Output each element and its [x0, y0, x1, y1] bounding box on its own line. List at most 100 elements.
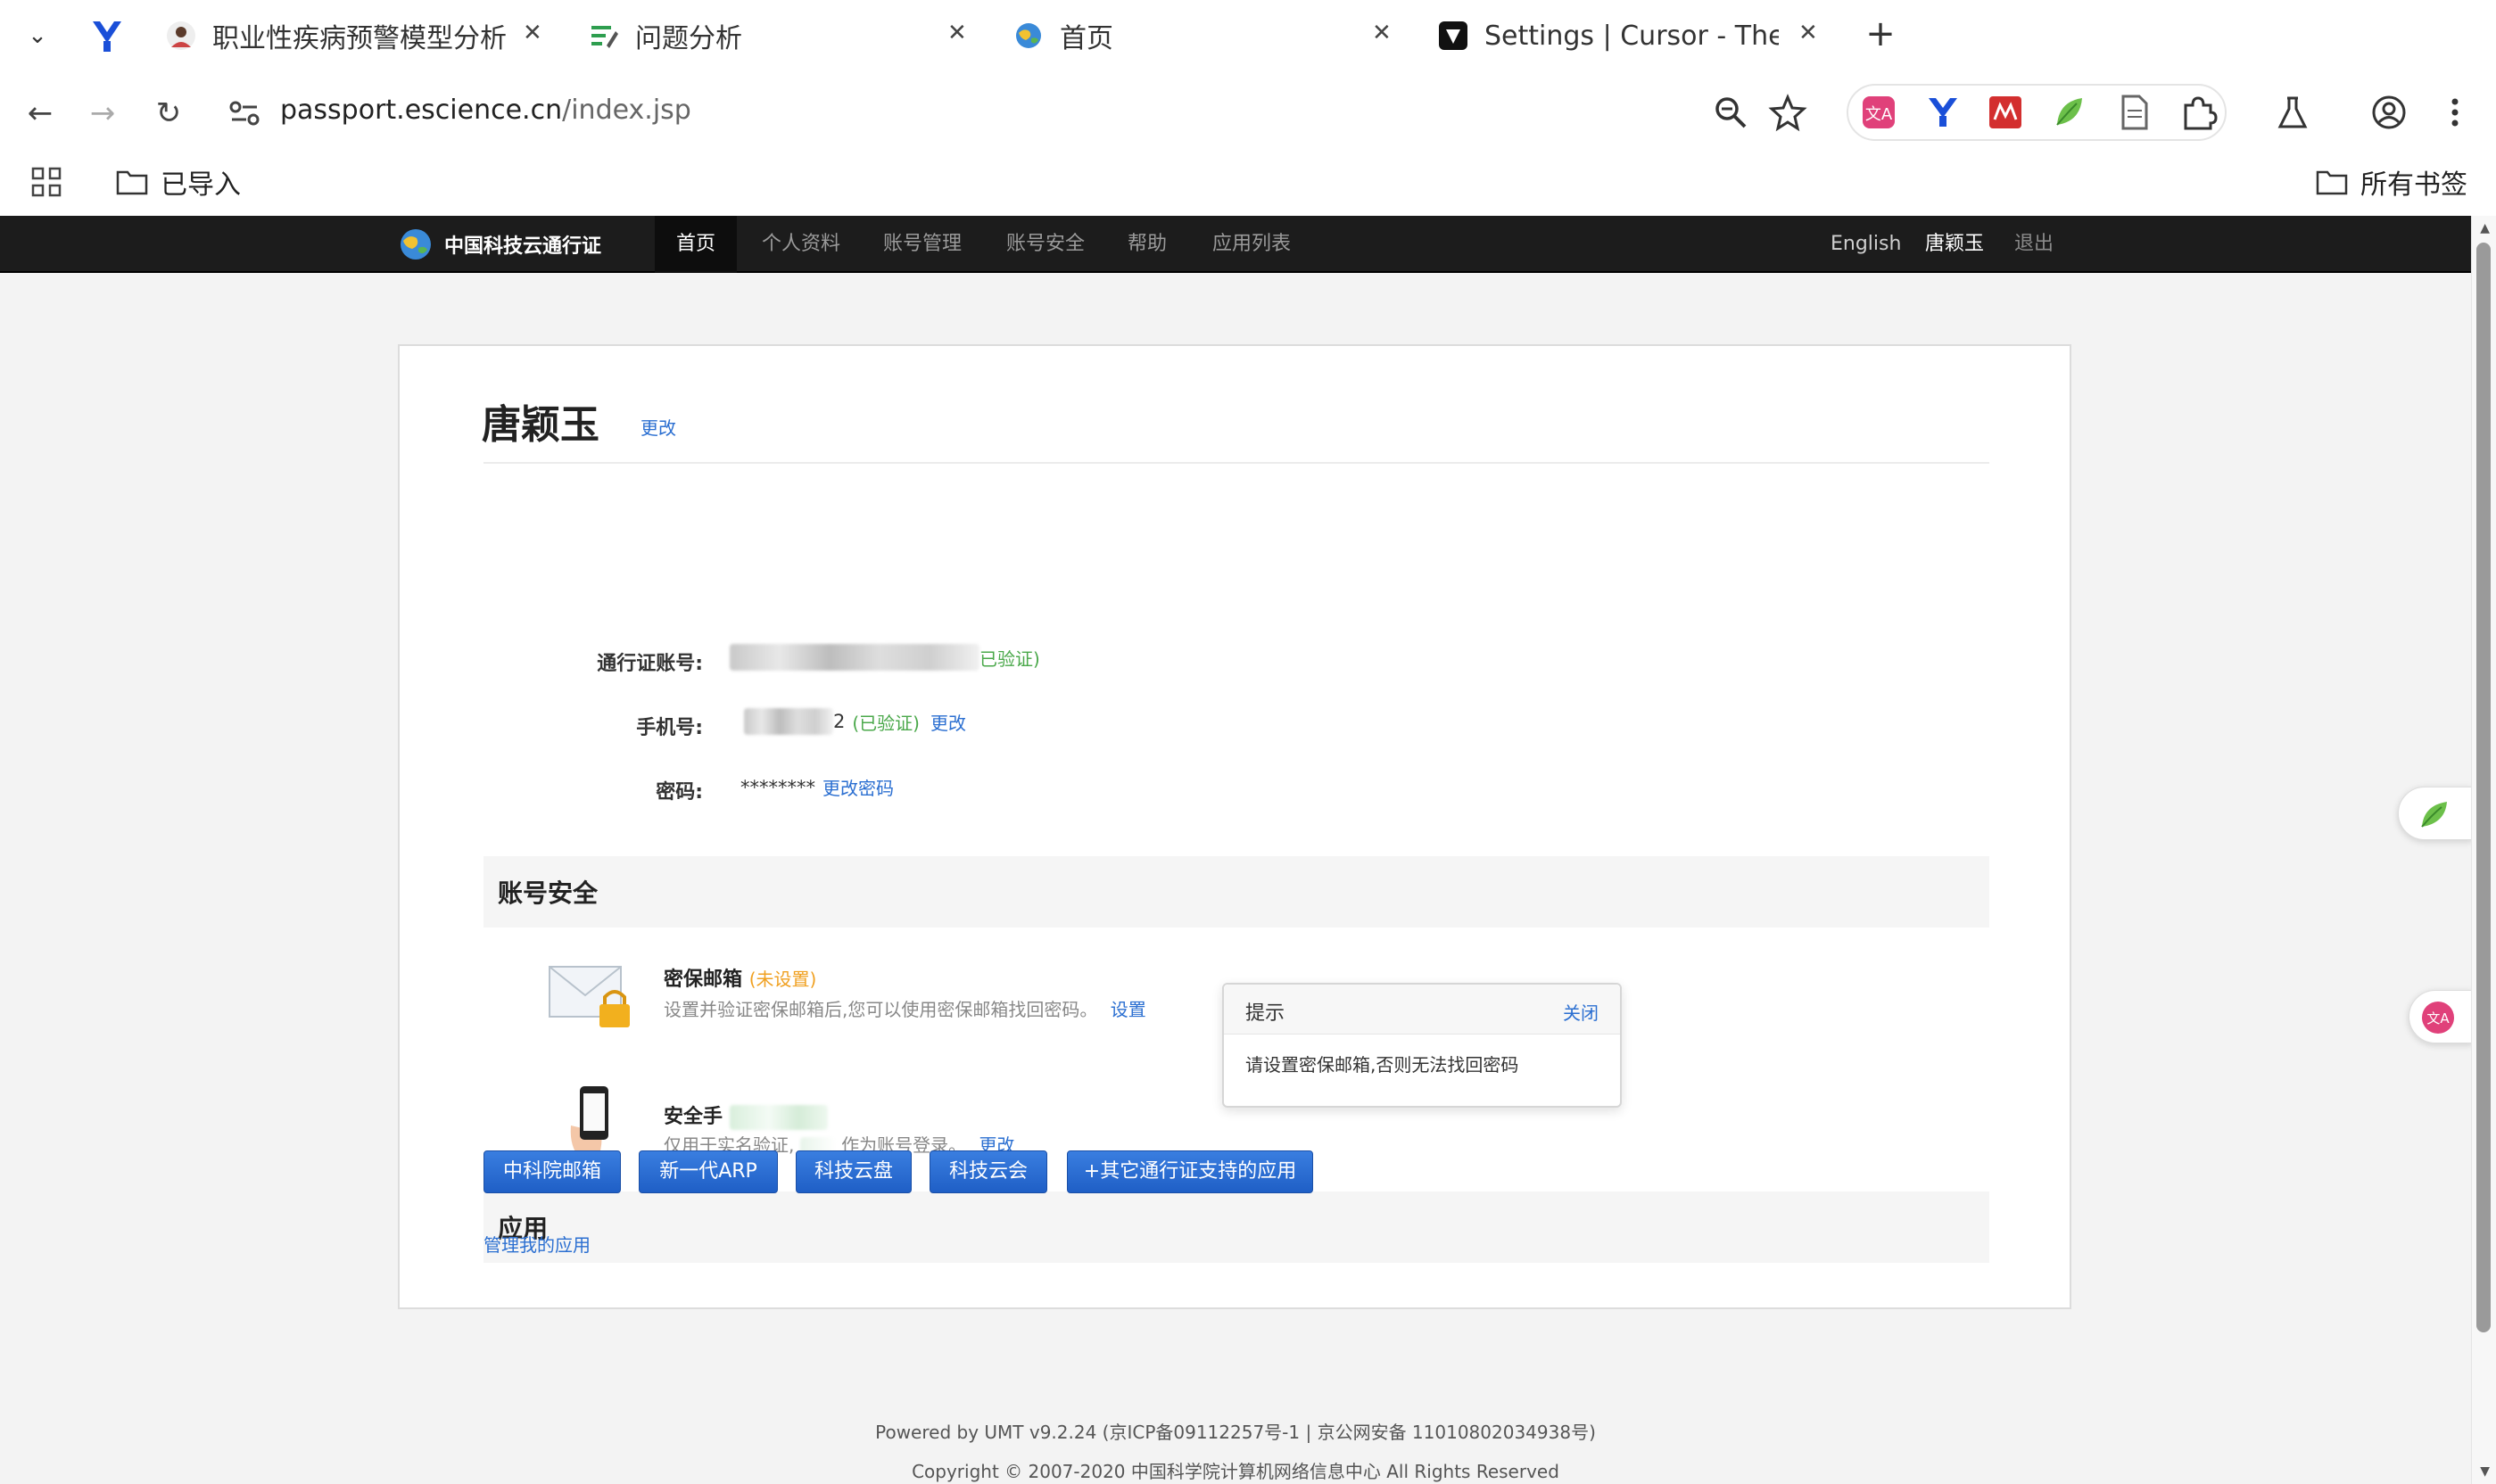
tab-cursor-settings[interactable]: Settings | Cursor - The AI: [1438, 9, 1795, 62]
security-email-status: (未设置): [748, 969, 817, 990]
browser-toolbar: ← → ↻ passport.escience.cn/index.jsp 文A: [0, 71, 2496, 153]
nav-help[interactable]: 帮助: [1119, 216, 1176, 273]
password-label: 密码:: [656, 781, 703, 804]
tab-title: 首页: [1060, 23, 1113, 54]
tooltip-message: 请设置密保邮箱,否则无法找回密码: [1245, 1054, 1519, 1076]
extensions-group: [1847, 84, 2227, 141]
tab-home-active[interactable]: 首页: [1013, 9, 1388, 62]
forward-arrow-icon[interactable]: →: [80, 91, 125, 136]
leaf-icon: [2421, 802, 2447, 828]
translate-icon: 文A: [2422, 1002, 2454, 1034]
nav-app-list[interactable]: 应用列表: [1204, 216, 1299, 273]
bookmark-folder-imported[interactable]: 已导入: [116, 162, 241, 202]
phone-value: 2 (已验证) 更改: [744, 708, 966, 735]
app-cas-mail-button[interactable]: 中科院邮箱: [483, 1150, 621, 1193]
red-extension-icon[interactable]: [1986, 93, 2025, 132]
tab-occupational-disease[interactable]: 职业性疾病预警模型分析: [166, 9, 558, 62]
set-email-tooltip: 提示 关闭 请设置密保邮箱,否则无法找回密码: [1222, 983, 1622, 1108]
site-top-nav: 中国科技云通行证 首页 个人资料 账号管理 账号安全 帮助 应用列表 Engli…: [0, 216, 2471, 273]
app-other-apps-button[interactable]: +其它通行证支持的应用: [1067, 1150, 1313, 1193]
close-tab-icon[interactable]: ✕: [947, 20, 967, 46]
password-mask: ********: [740, 776, 815, 798]
translate-extension-icon[interactable]: 文A: [1859, 93, 1898, 132]
tab-search-chevron-icon[interactable]: ⌄: [20, 18, 55, 54]
url-host: passport.escience.cn: [280, 95, 563, 126]
phone-verified-status: (已验证): [852, 712, 920, 734]
scroll-up-arrow-icon[interactable]: ▲: [2480, 221, 2490, 235]
tooltip-header: 提示 关闭: [1224, 985, 1620, 1035]
close-tab-icon[interactable]: ✕: [523, 20, 542, 46]
close-tab-icon[interactable]: ✕: [1372, 20, 1392, 46]
app-arp-button[interactable]: 新一代ARP: [639, 1150, 778, 1193]
pinned-tab-y-logo-icon[interactable]: [87, 16, 127, 55]
account-security-section-header: 账号安全: [483, 856, 1989, 928]
set-email-link[interactable]: 设置: [1111, 999, 1146, 1020]
account-value: 已验证): [730, 644, 1040, 671]
nav-account-management[interactable]: 账号管理: [874, 216, 971, 273]
kebab-menu-icon[interactable]: [2435, 93, 2475, 132]
email-lock-icon: [549, 966, 630, 1027]
y-extension-icon[interactable]: [1923, 93, 1963, 132]
nav-english[interactable]: English: [1831, 216, 1901, 273]
tab-problem-analysis[interactable]: 问题分析: [589, 9, 963, 62]
nav-logout[interactable]: 退出: [2014, 216, 2054, 273]
extensions-puzzle-icon[interactable]: [2178, 93, 2218, 132]
labs-flask-icon[interactable]: [2273, 93, 2312, 132]
account-label: 通行证账号:: [597, 653, 703, 675]
floating-leaf-button[interactable]: [2398, 787, 2473, 840]
nav-home[interactable]: 首页: [655, 216, 737, 273]
bookmark-folder-label: 已导入: [161, 169, 241, 201]
security-phone-label: 安全手: [664, 1106, 723, 1128]
bookmark-star-icon[interactable]: [1768, 93, 1807, 132]
phone-last-digit: 2: [833, 711, 846, 732]
zoom-icon[interactable]: [1711, 93, 1750, 132]
bookmark-folder-all[interactable]: 所有书签: [2316, 162, 2467, 202]
notes-favicon-icon: [591, 26, 618, 48]
section-title: 账号安全: [498, 878, 599, 908]
nav-profile[interactable]: 个人资料: [753, 216, 849, 273]
svg-text:文A: 文A: [1865, 105, 1893, 124]
scroll-thumb[interactable]: [2476, 243, 2491, 1332]
security-phone-title: 安全手: [664, 1101, 828, 1130]
page-viewport: 中国科技云通行证 首页 个人资料 账号管理 账号安全 帮助 应用列表 Engli…: [0, 216, 2496, 1484]
document-extension-icon[interactable]: [2114, 93, 2153, 132]
svg-text:文A: 文A: [2426, 1010, 2450, 1026]
back-arrow-icon[interactable]: ←: [18, 91, 62, 136]
nav-user-name[interactable]: 唐颖玉: [1925, 216, 1984, 273]
security-email-desc: 设置并验证密保邮箱后,您可以使用密保邮箱找回密码。 设置: [664, 995, 1146, 1021]
avatar-favicon-icon: [167, 21, 195, 50]
change-phone-link[interactable]: 更改: [930, 709, 966, 735]
nav-account-security[interactable]: 账号安全: [997, 216, 1094, 273]
manage-apps-link[interactable]: 管理我的应用: [483, 1231, 591, 1257]
tab-title: 职业性疾病预警模型分析: [212, 23, 507, 54]
change-password-link[interactable]: 更改密码: [822, 774, 894, 800]
floating-translate-button[interactable]: 文A: [2409, 990, 2473, 1043]
reload-icon[interactable]: ↻: [146, 91, 191, 136]
page-title-user-name: 唐颖玉: [482, 402, 599, 448]
close-tab-icon[interactable]: ✕: [1798, 20, 1818, 46]
brand-name: 中国科技云通行证: [444, 235, 602, 258]
scroll-down-arrow-icon[interactable]: ▼: [2480, 1464, 2490, 1479]
profile-icon[interactable]: [2369, 93, 2409, 132]
bookmark-folder-label: 所有书签: [2360, 169, 2467, 201]
phone-label: 手机号:: [636, 717, 703, 739]
redacted-phone: [744, 708, 833, 735]
site-brand[interactable]: 中国科技云通行证: [398, 227, 601, 262]
leaf-extension-icon[interactable]: [2050, 93, 2089, 132]
app-cloud-disk-button[interactable]: 科技云盘: [796, 1150, 912, 1193]
new-tab-button[interactable]: +: [1861, 16, 1900, 55]
apps-section-header: 应用: [483, 1191, 1989, 1263]
tooltip-close-link[interactable]: 关闭: [1563, 999, 1599, 1025]
page-scrollbar[interactable]: ▲ ▼: [2471, 216, 2496, 1484]
change-name-link[interactable]: 更改: [641, 414, 676, 440]
address-bar[interactable]: passport.escience.cn/index.jsp: [280, 95, 691, 126]
site-info-icon[interactable]: [227, 93, 262, 134]
app-cloud-meeting-button[interactable]: 科技云会: [930, 1150, 1047, 1193]
apps-grid-icon[interactable]: [30, 166, 62, 198]
password-value: ******** 更改密码: [740, 774, 894, 800]
security-email-description: 设置并验证密保邮箱后,您可以使用密保邮箱找回密码。: [664, 999, 1098, 1020]
folder-icon: [116, 170, 148, 195]
url-path: /index.jsp: [562, 95, 691, 126]
globe-favicon-icon: [1016, 23, 1041, 48]
redacted-account: [730, 644, 979, 671]
